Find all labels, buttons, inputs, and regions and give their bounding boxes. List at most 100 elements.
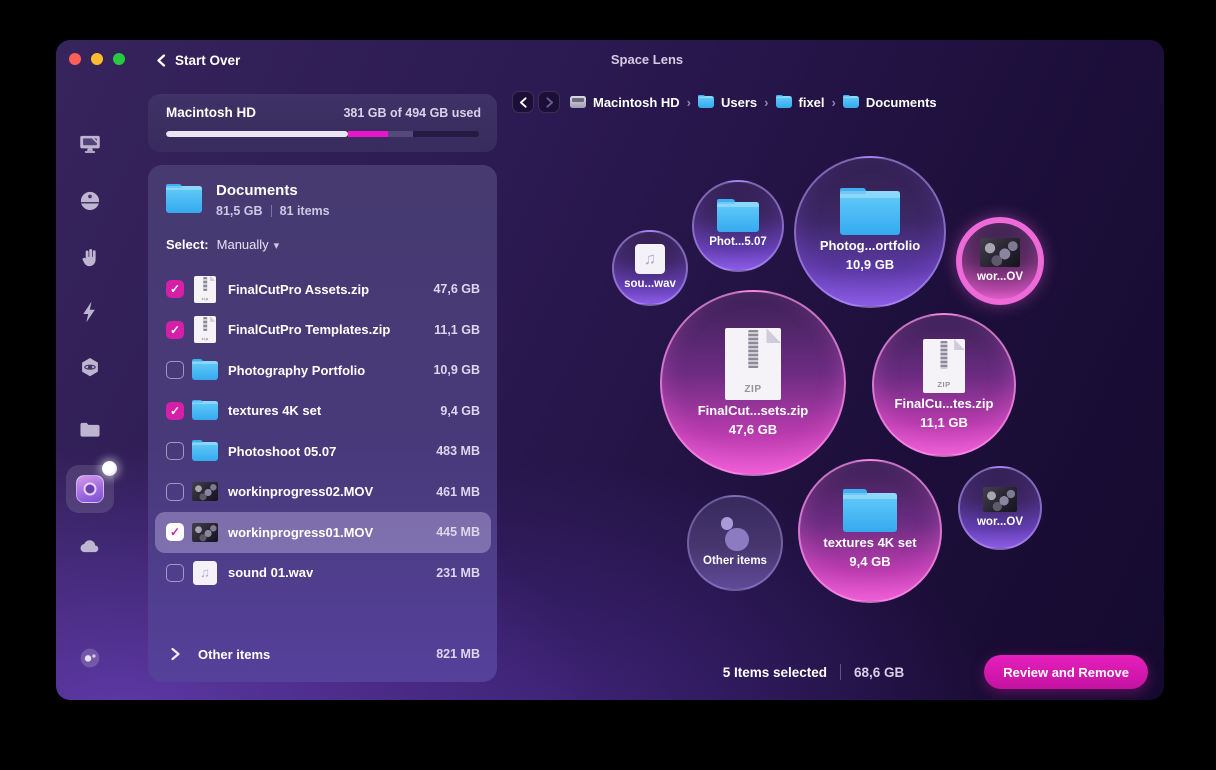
- checkbox-unchecked[interactable]: [166, 482, 184, 501]
- checkbox-checked[interactable]: ✓: [166, 320, 184, 339]
- bubble-sound-01-wav[interactable]: ♫ sou...wav: [612, 230, 688, 306]
- chevron-down-icon: ▾: [273, 239, 280, 252]
- hand-icon: [77, 245, 103, 271]
- divider: [270, 205, 272, 217]
- file-list: ✓ zip FinalCutPro Assets.zip 47,6 GB ✓ zip Fin…: [155, 269, 491, 593]
- sidebar-item-monitor[interactable]: [66, 120, 114, 168]
- file-row[interactable]: ✓ workinprogress01.MOV 445 MB: [155, 512, 491, 553]
- audio-file-icon: ♫: [193, 560, 217, 585]
- documents-title: Documents: [216, 182, 298, 199]
- sidebar-item-space-lens[interactable]: [66, 461, 117, 513]
- bubble-size: 11,1 GB: [920, 415, 968, 431]
- file-size: 47,6 GB: [433, 282, 480, 297]
- file-row[interactable]: ♫ sound 01.wav 231 MB: [155, 553, 491, 594]
- file-name: workinprogress01.MOV: [228, 524, 374, 540]
- checkbox-unchecked[interactable]: [166, 563, 184, 582]
- bubble-photography-portfolio[interactable]: Photog...ortfolio 10,9 GB: [794, 156, 946, 308]
- bubble-workinprogress01-mov[interactable]: wor...OV: [956, 217, 1044, 305]
- breadcrumb-segment-users[interactable]: Users: [698, 95, 757, 110]
- chevron-right-icon: [545, 96, 553, 108]
- zip-badge-label: ZIP: [937, 380, 951, 390]
- bubble-label: FinalCut...sets.zip: [697, 403, 809, 419]
- breadcrumb-label: Documents: [865, 94, 937, 110]
- bubble-workinprogress02-mov[interactable]: wor...OV: [958, 466, 1042, 550]
- file-row[interactable]: Photoshoot 05.07 483 MB: [155, 431, 491, 472]
- selected-total-size: 68,6 GB: [854, 664, 905, 680]
- start-over-label: Start Over: [175, 52, 241, 68]
- select-mode-dropdown[interactable]: Select: Manually ▾: [166, 237, 279, 252]
- notification-badge: [102, 461, 117, 476]
- file-row[interactable]: ✓ textures 4K set 9,4 GB: [155, 391, 491, 432]
- folder-icon: [842, 94, 859, 108]
- checkbox-checked[interactable]: ✓: [166, 401, 184, 420]
- disk-usage-progressbar: [166, 131, 479, 137]
- disk-name: Macintosh HD: [166, 105, 257, 120]
- bubble-label: FinalCu...tes.zip: [894, 396, 994, 412]
- start-over-button[interactable]: Start Over: [156, 50, 240, 70]
- disk-card-macintosh-hd[interactable]: Macintosh HD 381 GB of 494 GB used: [148, 94, 497, 152]
- file-name: FinalCutPro Assets.zip: [228, 281, 370, 297]
- file-row[interactable]: ✓ zip FinalCutPro Templates.zip 11,1 GB: [155, 310, 491, 351]
- breadcrumb-segment-documents[interactable]: Documents: [842, 94, 937, 110]
- sidebar-item-hand[interactable]: [66, 234, 114, 282]
- checkbox-unchecked[interactable]: [166, 361, 184, 380]
- other-items-label: Other items: [198, 646, 271, 662]
- checkbox-checked[interactable]: ✓: [166, 280, 184, 299]
- orb-icon: [77, 188, 103, 214]
- sidebar-item-files[interactable]: [66, 406, 114, 454]
- video-thumbnail-icon: [980, 237, 1020, 268]
- bubble-finalcutpro-templates-zip[interactable]: ZIP FinalCu...tes.zip 11,1 GB: [872, 313, 1016, 457]
- breadcrumb-label: fixel: [798, 94, 825, 110]
- app-window: Start Over Space Lens Macintosh HD 381 G…: [56, 40, 1164, 700]
- file-size: 11,1 GB: [434, 322, 480, 337]
- forward-button[interactable]: [538, 91, 560, 113]
- documents-size: 81,5 GB: [216, 204, 263, 218]
- bubble-label: sou...wav: [624, 278, 676, 291]
- bubble-size: 47,6 GB: [728, 422, 778, 438]
- progress-purgeable-segment: [388, 131, 414, 137]
- breadcrumb: Macintosh HD › Users › fixel › Documents: [570, 91, 937, 113]
- hard-drive-icon: [570, 96, 586, 108]
- file-row[interactable]: ✓ zip FinalCutPro Assets.zip 47,6 GB: [155, 269, 491, 310]
- camera-lens-icon: [76, 475, 104, 503]
- breadcrumb-segment-fixel[interactable]: fixel: [775, 94, 825, 110]
- sidebar-item-apps[interactable]: [66, 344, 114, 392]
- divider: [840, 664, 841, 680]
- review-and-remove-button[interactable]: Review and Remove: [984, 655, 1148, 689]
- disk-usage: 381 GB of 494 GB used: [343, 105, 481, 120]
- file-name: Photoshoot 05.07: [228, 443, 337, 459]
- progress-used-segment: [166, 131, 348, 137]
- bubble-photoshoot-05-07[interactable]: Phot...5.07: [692, 180, 784, 272]
- sidebar-item-bolt[interactable]: [66, 288, 114, 336]
- file-size: 445 MB: [436, 525, 480, 540]
- checkbox-checked[interactable]: ✓: [166, 523, 184, 542]
- file-name: workinprogress02.MOV: [228, 484, 374, 500]
- other-items-row[interactable]: Other items 821 MB: [155, 634, 491, 674]
- file-row[interactable]: workinprogress02.MOV 461 MB: [155, 472, 491, 513]
- minimize-window-button[interactable]: [91, 53, 103, 65]
- bubble-textures-4k-set[interactable]: textures 4K set 9,4 GB: [798, 459, 942, 603]
- folder-icon: [775, 94, 792, 108]
- documents-items-count: 81 items: [279, 204, 330, 218]
- file-size: 10,9 GB: [433, 363, 480, 378]
- sidebar-item-cloud[interactable]: [66, 522, 114, 570]
- folder-icon: [192, 399, 218, 421]
- breadcrumb-segment-macintosh-hd[interactable]: Macintosh HD: [570, 95, 680, 110]
- bubble-label: wor...OV: [976, 515, 1023, 528]
- sidebar-item-orb[interactable]: [66, 177, 114, 225]
- bubble-label: Phot...5.07: [709, 236, 767, 249]
- zoom-window-button[interactable]: [113, 53, 125, 65]
- zip-file-icon: ZIP: [922, 339, 966, 394]
- zip-file-icon: zip: [194, 316, 216, 344]
- cloud-icon: [77, 533, 103, 559]
- checkbox-unchecked[interactable]: [166, 442, 184, 461]
- file-row[interactable]: Photography Portfolio 10,9 GB: [155, 350, 491, 391]
- back-button[interactable]: [512, 91, 534, 113]
- items-selected-count: 5 Items selected: [722, 664, 827, 680]
- bubble-finalcutpro-assets-zip[interactable]: ZIP FinalCut...sets.zip 47,6 GB: [660, 290, 846, 476]
- video-thumbnail-icon: [192, 482, 218, 502]
- monitor-icon: [77, 131, 103, 157]
- sidebar-item-assistant[interactable]: [66, 634, 114, 682]
- close-window-button[interactable]: [69, 53, 81, 65]
- bubble-other-items[interactable]: Other items: [687, 495, 783, 591]
